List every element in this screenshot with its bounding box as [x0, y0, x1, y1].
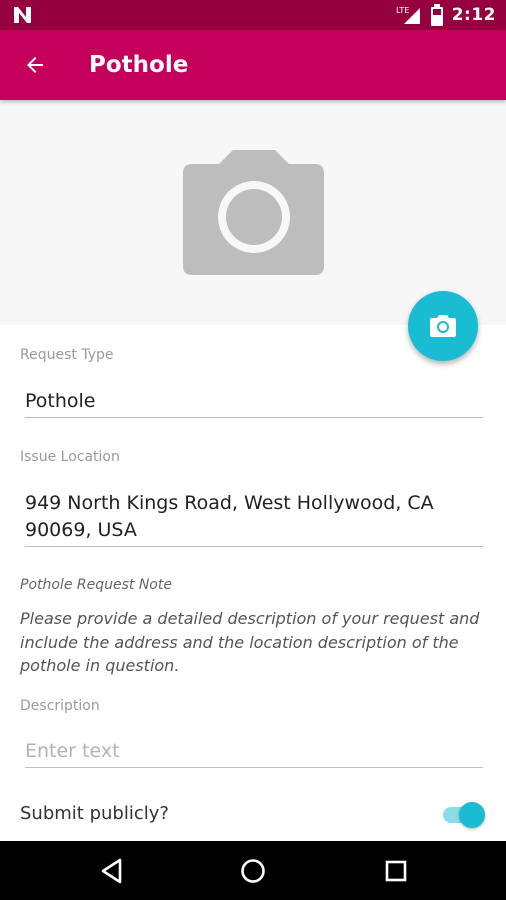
back-button[interactable]	[20, 50, 50, 80]
issue-location-underline	[25, 546, 483, 547]
square-recents-icon	[385, 860, 407, 882]
request-type-label: Request Type	[20, 347, 114, 363]
submit-publicly-label: Submit publicly?	[20, 803, 169, 824]
note-text: Please provide a detailed description of…	[20, 609, 480, 675]
app-bar: Pothole	[0, 30, 506, 100]
nav-back-button[interactable]	[94, 853, 130, 889]
description-underline	[25, 767, 483, 768]
photo-placeholder-area[interactable]	[0, 100, 506, 325]
lte-signal-icon: LTE	[396, 6, 420, 24]
issue-location-line2: 90069, USA	[25, 519, 137, 541]
description-input[interactable]: Enter text	[25, 738, 483, 765]
issue-location-line1: 949 North Kings Road, West Hollywood, CA	[25, 492, 434, 514]
request-type-field[interactable]: Pothole	[25, 388, 483, 415]
note-title: Pothole Request Note	[20, 577, 172, 593]
clock: 2:12	[451, 5, 496, 25]
issue-location-field[interactable]: 949 North Kings Road, West Hollywood, CA…	[25, 490, 483, 544]
page-title: Pothole	[89, 52, 189, 78]
arrow-left-icon	[27, 57, 43, 73]
notification-n-icon	[14, 7, 31, 23]
submit-publicly-toggle[interactable]	[443, 802, 485, 828]
system-navigation-bar	[0, 841, 506, 900]
description-label: Description	[20, 698, 100, 714]
nav-home-button[interactable]	[235, 853, 271, 889]
request-type-underline	[25, 417, 483, 418]
triangle-back-icon	[101, 858, 122, 884]
camera-icon	[430, 315, 456, 337]
network-type-label: LTE	[396, 6, 409, 15]
issue-location-label: Issue Location	[20, 449, 120, 465]
circle-home-icon	[241, 859, 265, 883]
status-bar: LTE 2:12	[0, 0, 506, 30]
battery-icon	[430, 4, 443, 26]
camera-icon	[183, 150, 324, 275]
add-photo-fab[interactable]	[408, 291, 478, 361]
toggle-thumb	[459, 802, 485, 828]
nav-recents-button[interactable]	[378, 853, 414, 889]
